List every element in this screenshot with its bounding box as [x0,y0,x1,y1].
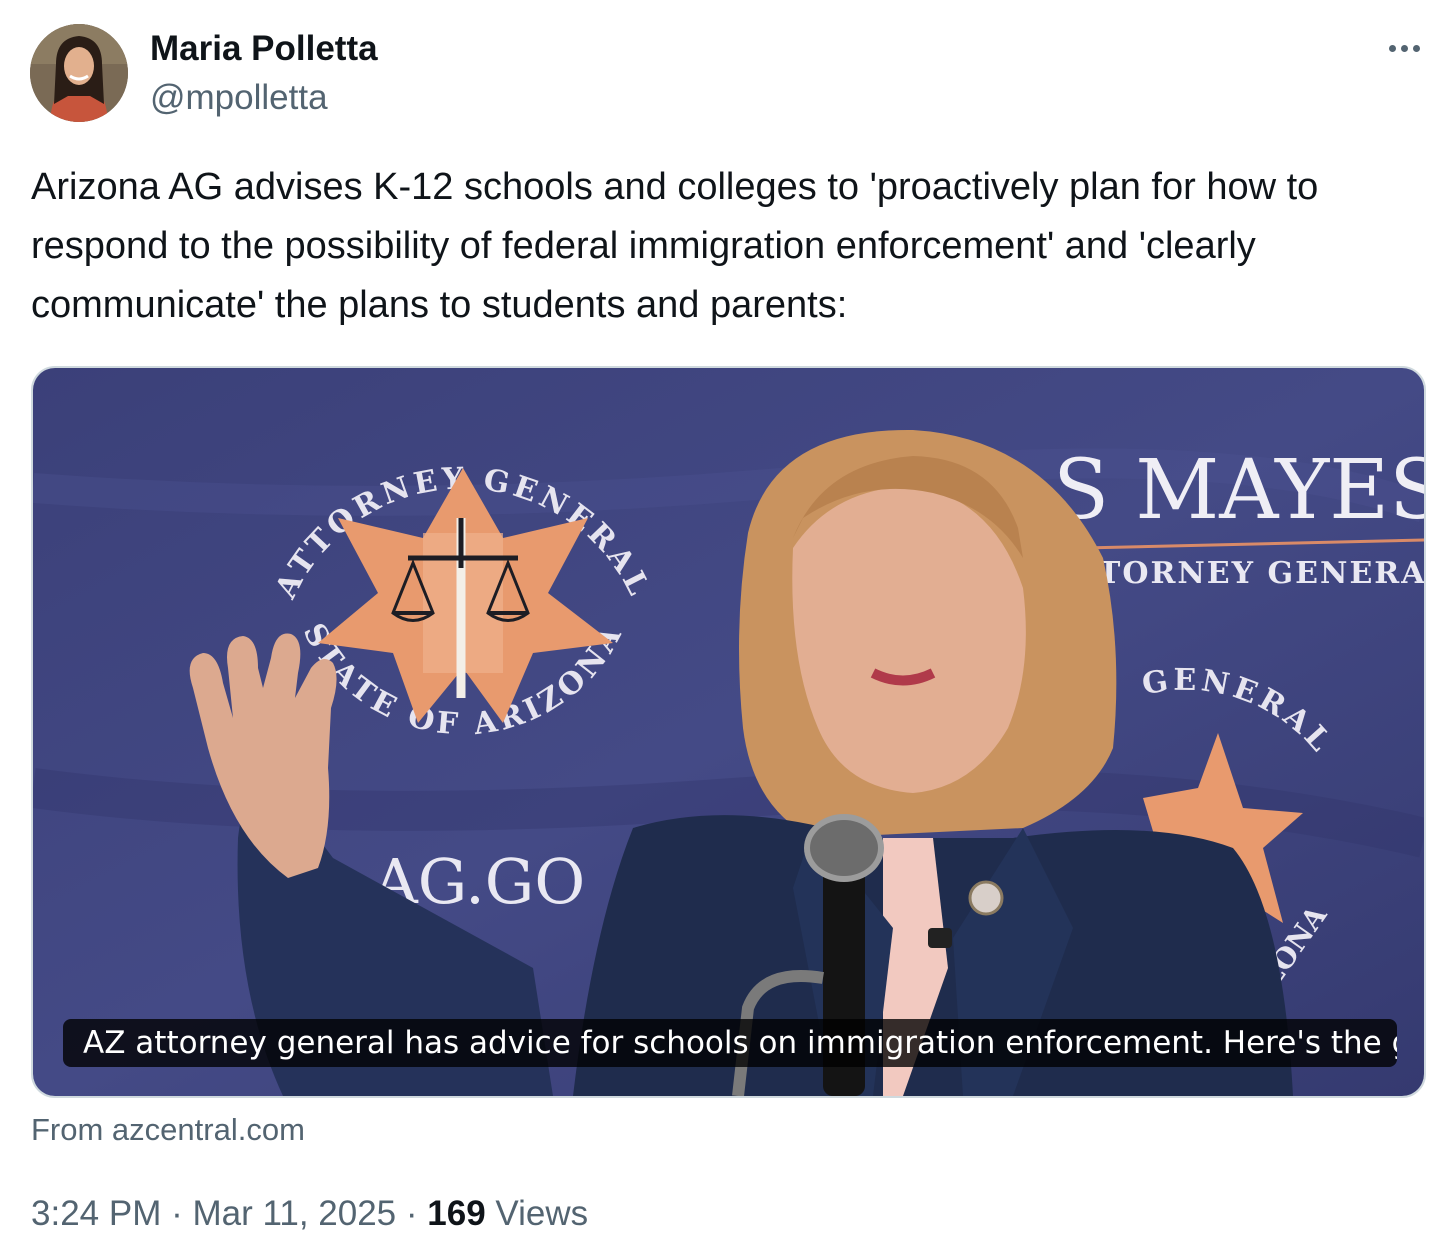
author-display-name[interactable]: Maria Polletta [150,28,378,70]
link-card[interactable]: ATTORNEY GENERAL STATE OF ARIZONA AG.GO … [31,366,1426,1098]
banner-title-text: TORNEY GENERAL [1098,556,1424,591]
banner-name-text: S MAYES [1053,443,1424,538]
author-block: Maria Polletta @mpolletta [150,28,378,120]
meta-separator: · [171,1194,183,1233]
meta-separator: · [405,1194,418,1233]
card-source[interactable]: From azcentral.com [31,1108,305,1152]
avatar-photo [30,24,128,122]
views-label: Views [495,1194,589,1233]
tweet-time[interactable]: 3:24 PM [31,1194,161,1233]
more-horizontal-icon-dot [1412,44,1420,52]
author-handle[interactable]: @mpolletta [150,76,378,120]
tweet: Maria Polletta @mpolletta Arizona AG adv… [0,0,1456,1260]
views-count: 169 [427,1194,486,1233]
tweet-text: Arizona AG advises K-12 schools and coll… [31,166,1319,326]
more-horizontal-icon-dot [1400,44,1408,52]
card-image: ATTORNEY GENERAL STATE OF ARIZONA AG.GO … [33,368,1424,1096]
avatar[interactable] [30,24,128,122]
more-options-button[interactable] [1380,32,1428,64]
card-caption: AZ attorney general has advice for schoo… [63,1019,1397,1067]
tweet-date[interactable]: Mar 11, 2025 [192,1194,396,1233]
more-horizontal-icon [1388,44,1396,52]
tweet-meta: 3:24 PM · Mar 11, 2025 · 169 Views [31,1188,588,1240]
